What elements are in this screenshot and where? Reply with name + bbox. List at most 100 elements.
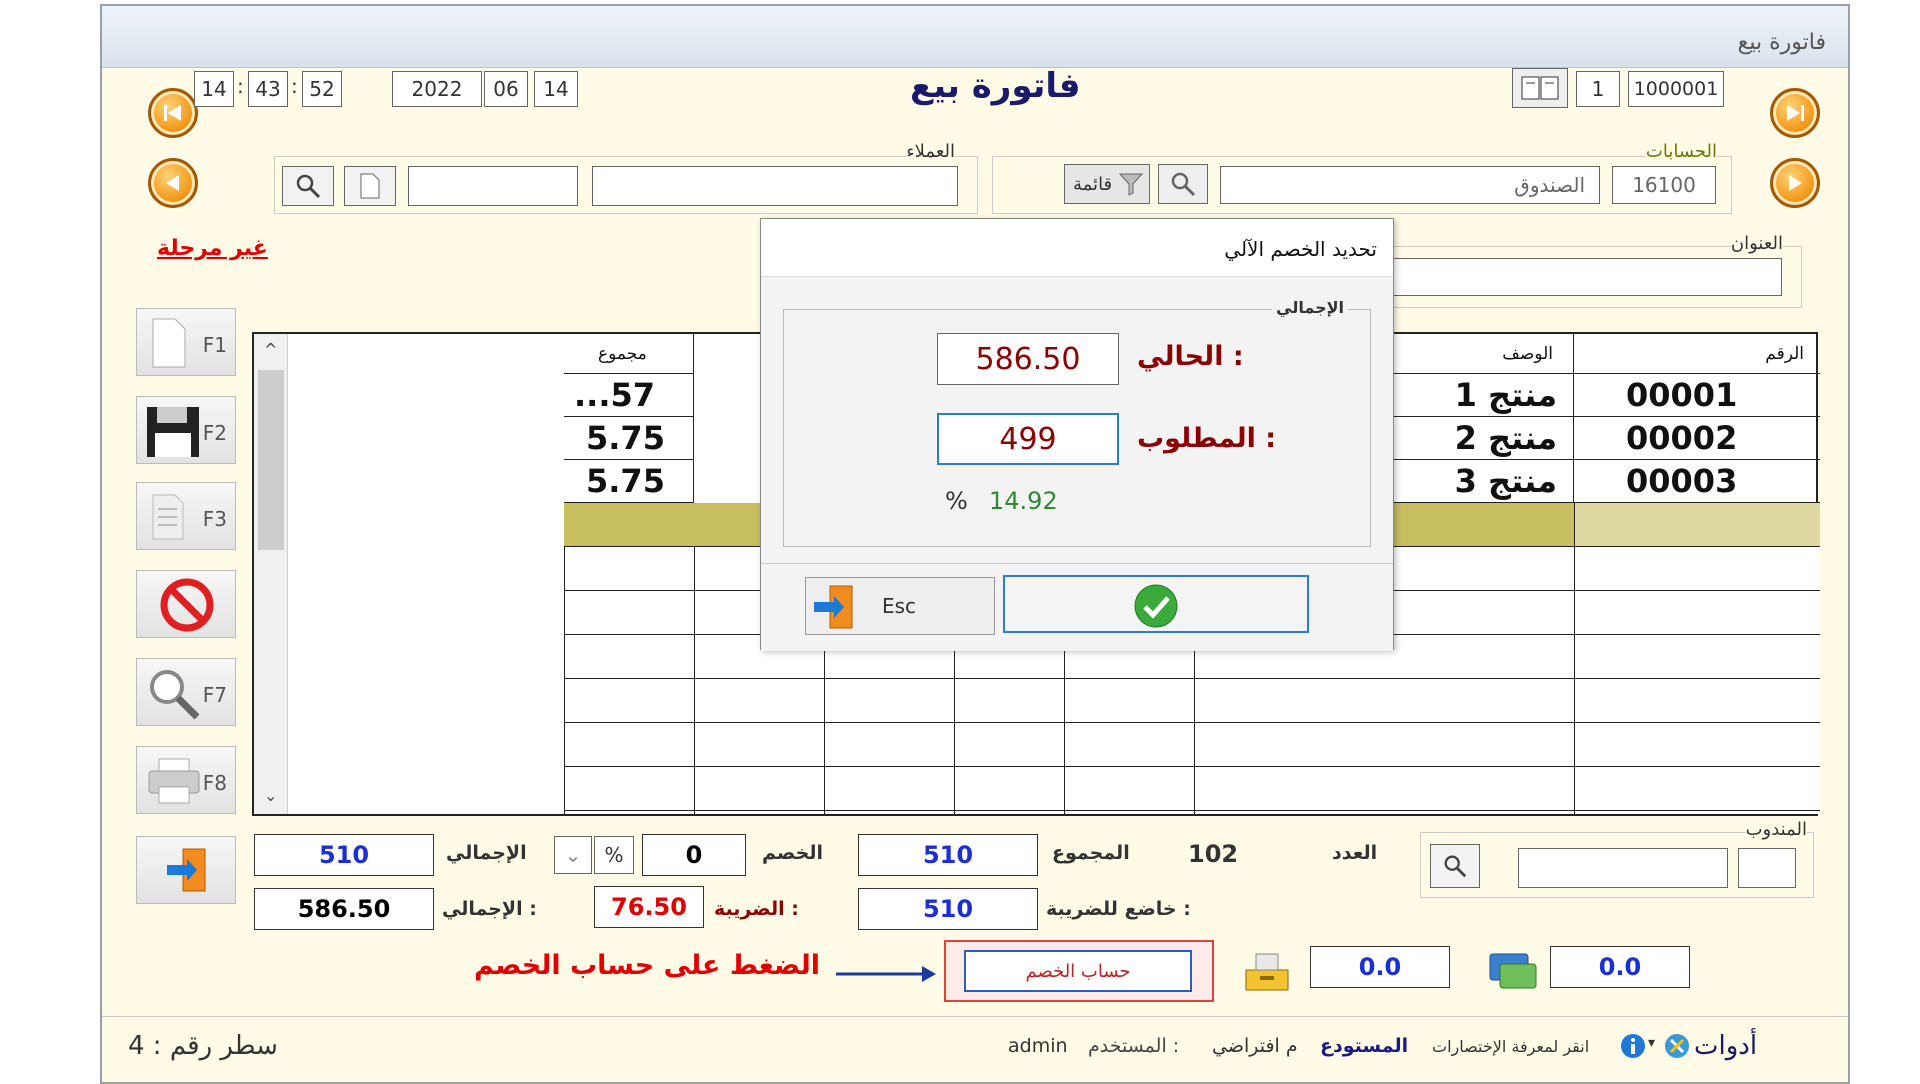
f1-new-button[interactable]: F1 [136,308,236,376]
f3-edit-button[interactable]: F3 [136,482,236,550]
row3-code[interactable]: 00003 [1574,460,1820,503]
last-icon [1787,105,1804,121]
required-total-input[interactable]: 499 [937,413,1119,465]
open-book-button[interactable] [1512,68,1568,108]
checkmark-icon [1134,584,1178,628]
edit-document-icon [152,494,184,540]
cash-drawer-icon[interactable] [1242,948,1292,994]
invoice-title: فاتورة بيع [910,66,1081,106]
row3-total[interactable]: 5.75 [564,460,694,503]
discount-calc-button[interactable]: حساب الخصم [964,950,1192,992]
second-field[interactable]: 52 [302,71,342,107]
accounts-list-button[interactable]: قائمة [1064,164,1150,204]
row2-code[interactable]: 00002 [1574,417,1820,460]
sum-label: المجموع [1052,842,1130,864]
row1-code[interactable]: 00001 [1574,374,1820,417]
cancel-delete-button[interactable] [136,570,236,638]
selected-row-code[interactable] [1574,503,1820,547]
salesman-name-field[interactable] [1518,848,1728,888]
invoice-number-field[interactable]: 1000001 [1628,71,1724,107]
tools-menu[interactable]: أدوات [1694,1031,1757,1061]
dialog-ok-button[interactable] [1003,575,1309,633]
scroll-thumb[interactable] [258,370,284,550]
next-record-button[interactable] [1770,158,1820,208]
new-customer-button[interactable] [344,166,396,206]
customer-name-field[interactable] [592,166,958,206]
required-total-label: المطلوب : [1137,423,1277,454]
dropdown-arrow-icon[interactable]: ▾ [1648,1035,1655,1051]
first-record-button[interactable] [148,88,198,138]
grand-total-label: الإجمالي : [442,898,537,920]
card-value: 0.0 [1550,946,1690,988]
title-bar: فاتورة بيع [102,6,1848,68]
taxable-label: خاضع للضريبة : [1046,898,1191,920]
dialog-title-bar: تحديد الخصم الآلي [761,219,1393,277]
tax-value: 76.50 [594,886,704,928]
line-number: سطر رقم : 4 [128,1031,278,1061]
warehouse-value: م افتراضي [1212,1035,1298,1057]
scroll-up-icon[interactable]: ^ [264,340,277,359]
magnifier-icon [150,670,200,720]
last-record-button[interactable] [1770,88,1820,138]
info-icon[interactable] [1620,1033,1646,1059]
grand-total-value: 586.50 [254,888,434,930]
dialog-esc-button[interactable]: Esc [805,577,995,635]
auto-discount-dialog: تحديد الخصم الآلي الإجمالي 586.50 الحالي… [760,218,1394,651]
discount-unit[interactable]: % [594,836,634,874]
row1-total[interactable]: ...57 [564,374,694,417]
copy-number-field[interactable]: 1 [1576,71,1620,107]
total-value: 510 [254,834,434,876]
user-value: admin [1008,1035,1068,1057]
f2-save-button[interactable]: F2 [136,396,236,464]
grid-scrollbar[interactable]: ^ ⌄ [254,334,288,814]
save-icon [147,407,199,457]
window-title: فاتورة بيع [1737,30,1826,55]
book-icon [1521,76,1559,100]
discount-label: الخصم [762,842,823,864]
month-field[interactable]: 06 [484,71,528,107]
scroll-down-icon[interactable]: ⌄ [264,786,277,805]
shortcuts-hint[interactable]: انقر لمعرفة الإختصارات [1432,1037,1589,1056]
search-icon [296,174,321,199]
next-icon [1789,175,1802,191]
prohibited-icon [160,578,214,632]
user-label: المستخدم : [1088,1035,1180,1057]
count-label: العدد [1332,842,1378,864]
salesman-search-button[interactable] [1430,844,1480,888]
tools-icon[interactable] [1664,1033,1690,1059]
count-value: 102 [1188,840,1239,868]
sum-value: 510 [858,834,1038,876]
salesman-code-field[interactable] [1738,848,1796,888]
current-total-field: 586.50 [937,333,1119,385]
f8-print-button[interactable]: F8 [136,746,236,814]
exit-button[interactable] [136,836,236,904]
day-field[interactable]: 14 [534,71,578,107]
status-bar: سطر رقم : 4 admin المستخدم : م افتراضي ا… [102,1016,1848,1076]
account-search-button[interactable] [1158,164,1208,204]
column-header-total[interactable]: مجموع [564,334,694,374]
year-field[interactable]: 2022 [392,71,482,107]
account-code-field[interactable]: 16100 [1612,166,1716,204]
dialog-title: تحديد الخصم الآلي [1224,237,1377,261]
hour-field[interactable]: 14 [194,71,234,107]
new-document-icon [152,318,186,368]
previous-record-button[interactable] [148,158,198,208]
invoice-window: فاتورة بيع 14 : 43 : 52 2022 06 14 فاتور… [100,4,1850,1084]
column-header-code[interactable]: الرقم [1574,334,1820,374]
row2-total[interactable]: 5.75 [564,417,694,460]
discount-field[interactable]: 0 [642,834,746,876]
customer-code-field[interactable] [408,166,578,206]
annotation-text: الضغط على حساب الخصم [474,950,820,981]
document-icon [360,173,380,199]
f7-search-button[interactable]: F7 [136,658,236,726]
posting-status-label: غير مرحلة [157,236,268,261]
minute-field[interactable]: 43 [248,71,288,107]
discount-type-dropdown[interactable]: ⌄ [554,836,592,874]
percent-sign: % [945,487,968,515]
exit-door-icon [814,585,853,629]
customer-search-button[interactable] [282,166,334,206]
discount-percent-value: 14.92 [989,487,1058,515]
card-payment-icon[interactable] [1486,948,1540,992]
account-name-field[interactable]: الصندوق [1220,166,1600,204]
dialog-body: الإجمالي 586.50 الحالي : 499 المطلوب : %… [761,277,1393,651]
